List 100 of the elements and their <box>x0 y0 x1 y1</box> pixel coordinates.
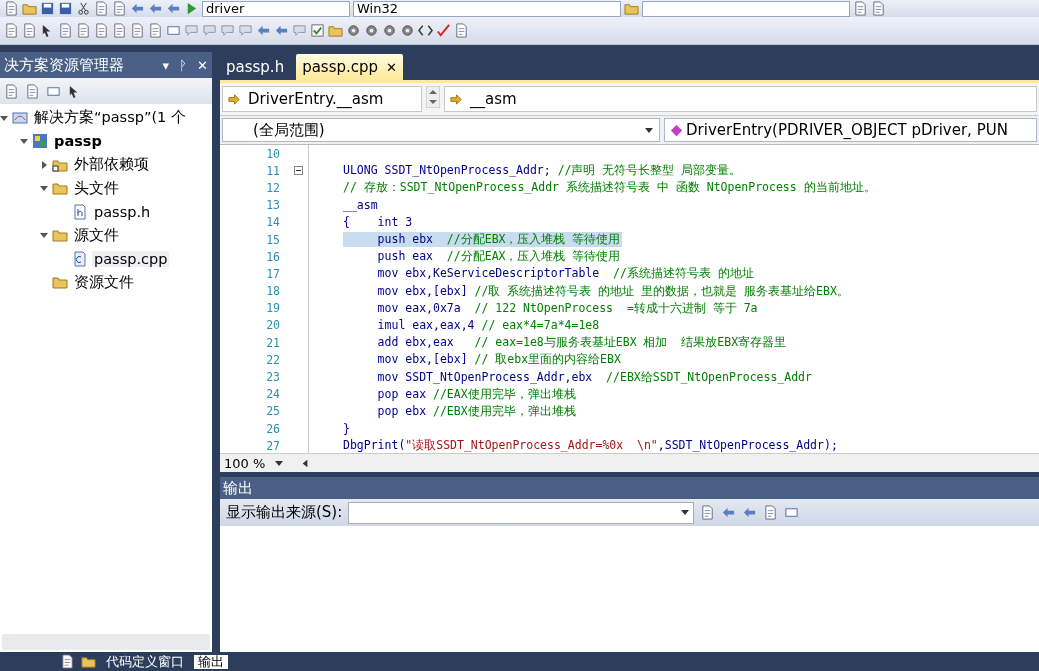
speech-bubble-icon[interactable] <box>202 23 217 38</box>
code-line: push eax //分配EAX，压入堆栈 等待使用 <box>376 249 622 265</box>
code-line: mov ebx,[ebx] //取 系统描述符号表 的地址 里的数据，也就是 服务表基址给EBX。 <box>376 283 850 299</box>
tree-item[interactable]: passp <box>52 133 104 150</box>
code-line: mov SSDT_NtOpenProcess_Addr,ebx //EBX给SSDT_NtOpenProcess_Addr <box>376 369 813 385</box>
zoom-dropdown[interactable]: 100 % <box>220 455 298 471</box>
dropdown-button[interactable]: ▾ <box>162 57 170 73</box>
code-line: { int 3 <box>343 215 414 230</box>
line-number: 18 <box>265 284 280 299</box>
code-line: add ebx,eax // eax=1e8与服务表基址EBX 相加 结果放EBX寄存器里 <box>376 335 788 351</box>
line-number: 24 <box>265 387 280 402</box>
expanded-arrow-icon[interactable] <box>0 113 8 122</box>
arrow-icon[interactable] <box>742 505 758 520</box>
line-number: 14 <box>265 215 280 230</box>
folder-icon[interactable] <box>81 654 96 669</box>
line-number: 15 <box>265 232 280 247</box>
code-line: } <box>343 421 351 436</box>
folder-icon <box>52 227 68 244</box>
save-icon[interactable] <box>40 1 55 16</box>
line-number: 22 <box>265 352 280 367</box>
expanded-arrow-icon[interactable] <box>40 231 48 240</box>
dropdown-caret-icon[interactable] <box>645 127 653 133</box>
folder-icon[interactable] <box>328 23 343 38</box>
tree-item[interactable]: passp.h <box>92 203 153 220</box>
expanded-arrow-icon[interactable] <box>20 137 28 146</box>
close-button[interactable]: ✕ <box>197 57 208 73</box>
speech-bubble-icon[interactable] <box>292 23 307 38</box>
search-field[interactable] <box>642 0 850 17</box>
code-line: ULONG SSDT_NtOpenProcess_Addr; //声明 无符号长整型 局部变量。 <box>343 163 743 179</box>
window-tab[interactable]: 输出 <box>194 654 228 669</box>
navigation-dropdown[interactable]: DriverEntry.__asm <box>222 86 422 112</box>
arrow-icon[interactable] <box>274 23 289 38</box>
platform-dropdown[interactable]: Win32 <box>353 0 621 17</box>
file-tab[interactable]: passp.cpp ✕ <box>296 54 403 80</box>
spin-buttons-icon[interactable] <box>426 86 440 108</box>
document-icon[interactable] <box>60 654 75 669</box>
collapse-icon[interactable] <box>293 166 303 176</box>
arrow-icon[interactable] <box>148 1 163 16</box>
method-icon <box>669 122 684 138</box>
dropdown-caret-icon[interactable] <box>681 510 690 515</box>
line-number: 27 <box>265 438 280 453</box>
member-dropdown[interactable]: DriverEntry(PDRIVER_OBJECT pDriver, PUN <box>664 118 1037 142</box>
folder-icon <box>52 274 68 291</box>
line-number: 21 <box>265 335 280 350</box>
arrow-icon <box>227 91 242 107</box>
arrow-icon[interactable] <box>166 1 181 16</box>
speech-bubble-icon[interactable] <box>238 23 253 38</box>
panel-title: 输出 <box>223 478 253 498</box>
speech-bubble-icon[interactable] <box>184 23 199 38</box>
code-line: pop eax //EAX使用完毕，弹出堆栈 <box>376 386 577 402</box>
line-number: 26 <box>265 421 280 436</box>
save-icon[interactable] <box>58 1 73 16</box>
checklist-icon[interactable] <box>310 23 325 38</box>
scissors-icon[interactable] <box>76 1 91 16</box>
header-file-icon <box>72 203 88 220</box>
tree-item[interactable]: 外部依赖项 <box>72 155 151 175</box>
collapsed-arrow-icon[interactable] <box>40 160 48 169</box>
arrow-icon[interactable] <box>721 505 737 520</box>
line-number: 20 <box>265 318 280 333</box>
arrow-icon[interactable] <box>130 1 145 16</box>
file-tab[interactable]: passp.h <box>220 54 291 80</box>
tree-item[interactable]: 头文件 <box>72 178 121 198</box>
project-icon <box>32 133 48 150</box>
line-number: 12 <box>265 180 280 195</box>
rectangle-icon[interactable] <box>166 23 181 38</box>
line-number: 23 <box>265 370 280 385</box>
speech-bubble-icon[interactable] <box>220 23 235 38</box>
cpp-file-icon <box>72 250 88 267</box>
spellcheck-icon[interactable] <box>436 23 451 38</box>
expanded-arrow-icon[interactable] <box>40 184 48 193</box>
line-number: 16 <box>265 249 280 264</box>
dropdown-caret-icon[interactable] <box>275 460 284 466</box>
code-line: pop ebx //EBX使用完毕，弹出堆栈 <box>376 403 577 419</box>
line-number: 10 <box>265 146 280 161</box>
code-line: __asm <box>343 198 379 213</box>
close-tab-button[interactable]: ✕ <box>386 59 397 75</box>
configuration-dropdown[interactable]: driver <box>202 0 350 17</box>
scope-dropdown[interactable]: (全局范围) <box>222 118 660 142</box>
code-line: imul eax,eax,4 // eax*4=7a*4=1e8 <box>376 318 601 333</box>
code-line: mov ebx,[ebx] // 取ebx里面的内容给EBX <box>376 352 622 368</box>
code-line: mov ebx,KeServiceDescriptorTable //系统描述符号表 的地址 <box>376 266 755 282</box>
rectangle-icon[interactable] <box>784 505 800 520</box>
arrow-icon[interactable] <box>256 23 271 38</box>
tree-item[interactable]: 解决方案“passp”(1 个 <box>32 108 188 128</box>
tree-item[interactable]: 源文件 <box>72 225 121 245</box>
code-line: mov eax,0x7a // 122 NtOpenProcess =转成十六进制 等于 7a <box>376 300 759 316</box>
brackets-icon[interactable] <box>418 23 433 38</box>
window-tab[interactable]: 代码定义窗口 <box>102 654 188 669</box>
navigation-dropdown[interactable]: __asm <box>444 86 1037 112</box>
line-number: 25 <box>265 404 280 419</box>
code-line: DbgPrint("读取SSDT_NtOpenProcess_Addr=%0x \n",SSDT_NtOpenProcess_Addr); <box>343 438 839 453</box>
code-line: // 存放：SSDT_NtOpenProcess_Addr 系统描述符号表 中 函数 NtOpenProcess 的当前地址。 <box>343 180 877 196</box>
solution-icon <box>12 109 28 126</box>
line-number: 17 <box>265 266 280 281</box>
arrow-icon <box>449 91 464 107</box>
tree-item[interactable]: passp.cpp <box>92 250 170 267</box>
pin-button[interactable]: ᚹ <box>179 57 188 73</box>
tree-item[interactable]: 资源文件 <box>72 272 136 292</box>
line-number: 13 <box>265 198 280 213</box>
output-source-label: 显示输出来源(S): <box>226 503 343 522</box>
